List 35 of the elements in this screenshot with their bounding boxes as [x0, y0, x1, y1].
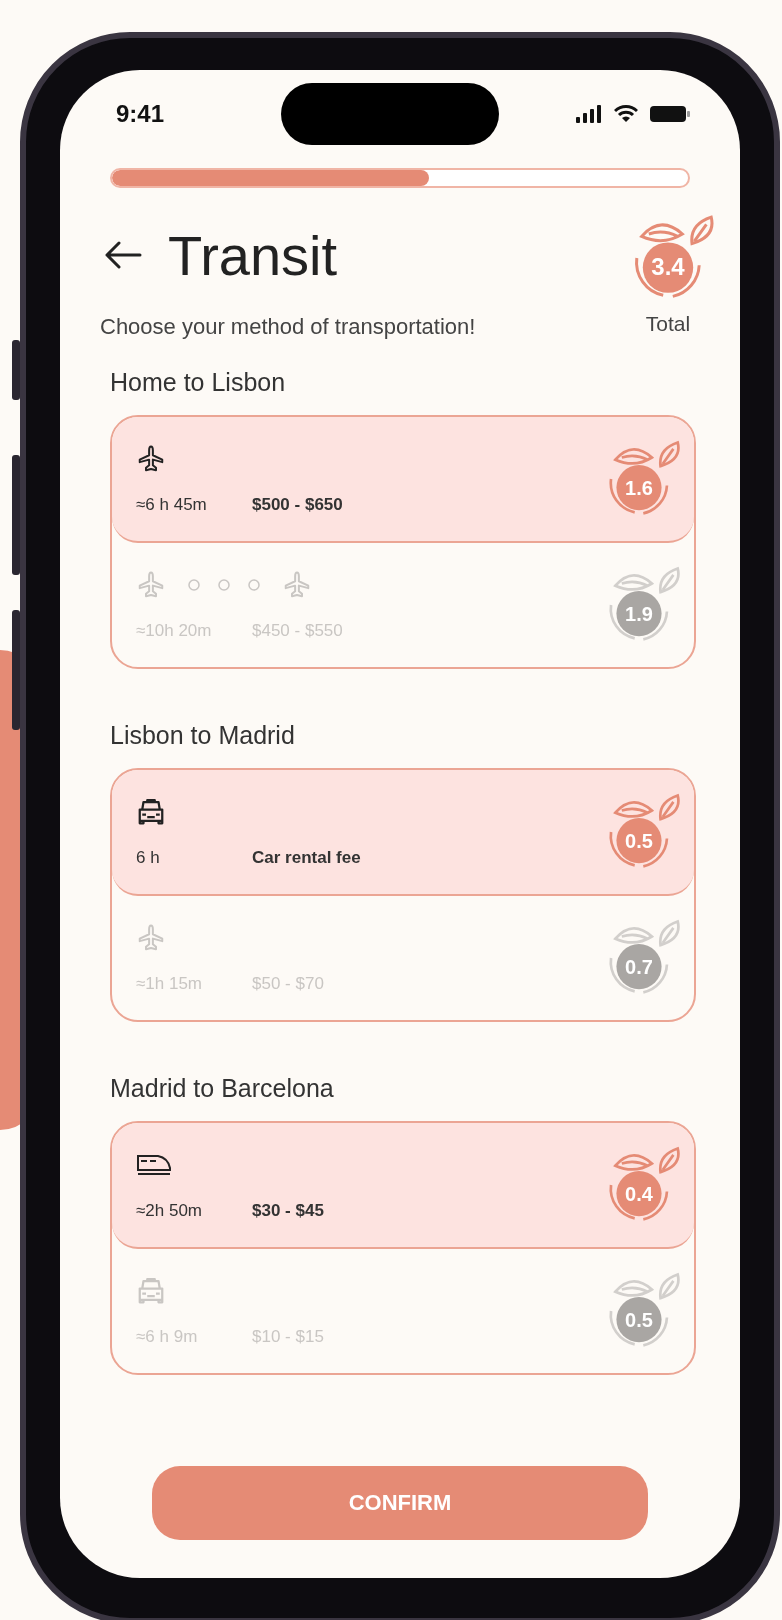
car-icon: [136, 1276, 166, 1306]
leaf-score-badge: 0.7: [596, 915, 682, 1001]
signal-icon: [576, 105, 602, 123]
confirm-button[interactable]: CONFIRM: [152, 1466, 648, 1540]
leaf-score-badge: 0.4: [596, 1142, 682, 1228]
leaf-score-badge: 1.6: [596, 436, 682, 522]
page-title: Transit: [168, 222, 338, 288]
plane-icon: [136, 923, 166, 953]
train-icon: [136, 1152, 172, 1178]
leg-title: Lisbon to Madrid: [110, 721, 296, 750]
price-text: Car rental fee: [252, 848, 361, 868]
total-label: Total: [645, 312, 691, 336]
transport-option[interactable]: 6 h Car rental fee 0.5: [112, 770, 694, 896]
price-text: $500 - $650: [252, 495, 343, 515]
battery-icon: [650, 105, 690, 123]
price-text: $30 - $45: [252, 1201, 324, 1221]
total-score-badge: 3.4: [620, 210, 716, 306]
leaf-score-badge: 1.9: [596, 562, 682, 648]
plane-icon: [282, 570, 312, 600]
leaf-score-badge: 0.5: [596, 789, 682, 875]
duration-text: ≈6 h 45m: [136, 495, 208, 515]
duration-text: ≈2h 50m: [136, 1201, 204, 1221]
car-icon: [136, 797, 166, 827]
transport-option[interactable]: ≈2h 50m $30 - $45 0.4: [112, 1123, 694, 1249]
subtitle: Choose your method of transportation!: [100, 314, 476, 340]
leaf-score-badge: 0.5: [596, 1268, 682, 1354]
back-arrow-icon[interactable]: [104, 241, 142, 269]
wifi-icon: [614, 105, 638, 123]
plane-icon: [136, 444, 166, 474]
status-time: 9:41: [116, 100, 165, 128]
leg-title: Madrid to Barcelona: [110, 1074, 335, 1103]
plane-icon: [136, 570, 166, 600]
transport-option[interactable]: ≈6 h 45m $500 - $650 1.6: [112, 417, 694, 543]
leg-title: Home to Lisbon: [110, 368, 287, 397]
duration-text: 6 h: [136, 848, 161, 868]
